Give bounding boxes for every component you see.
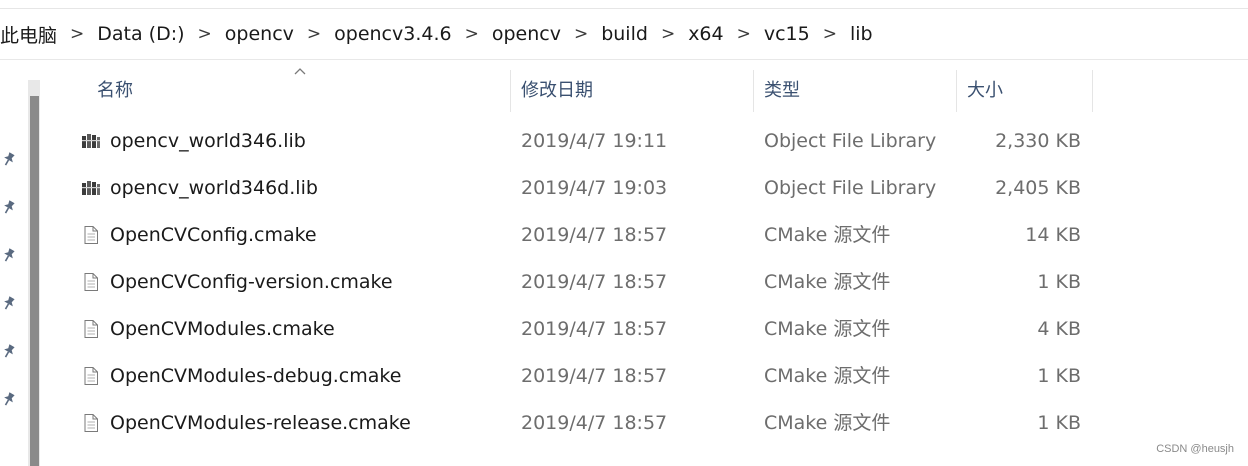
document-file-icon [84,273,98,291]
document-file-icon [84,320,98,338]
file-row[interactable]: OpenCVModules-debug.cmake 2019/4/7 18:57… [50,353,1100,399]
file-row[interactable]: opencv_world346.lib 2019/4/7 19:11 Objec… [50,118,1100,164]
breadcrumb-x64[interactable]: x64 [683,23,728,45]
breadcrumb-opencv346[interactable]: opencv3.4.6 [329,23,456,45]
chevron-right-icon[interactable]: > [190,24,220,44]
file-name[interactable]: OpenCVConfig-version.cmake [110,259,393,305]
file-size: 1 KB [1037,271,1081,293]
pin-icon[interactable] [0,198,18,216]
file-name[interactable]: opencv_world346d.lib [110,165,318,211]
file-type: CMake 源文件 [764,365,891,387]
file-date: 2019/4/7 18:57 [521,412,668,434]
pin-icon[interactable] [0,150,18,168]
file-date: 2019/4/7 18:57 [521,365,668,387]
chevron-right-icon[interactable]: > [566,24,596,44]
column-header-row: 名称 修改日期 类型 大小 [50,70,1100,112]
breadcrumb-lib[interactable]: lib [845,23,878,45]
file-type: CMake 源文件 [764,412,891,434]
pin-icon[interactable] [0,246,18,264]
file-row[interactable]: OpenCVConfig.cmake 2019/4/7 18:57 CMake … [50,212,1100,258]
file-name[interactable]: opencv_world346.lib [110,118,306,164]
file-date: 2019/4/7 18:57 [521,224,668,246]
breadcrumb-vc15[interactable]: vc15 [759,23,815,45]
file-name[interactable]: OpenCVModules-release.cmake [110,400,411,446]
column-header-type[interactable]: 类型 [764,70,800,112]
pin-icon[interactable] [0,390,18,408]
chevron-right-icon[interactable]: > [62,24,92,44]
breadcrumb-opencv-inner[interactable]: opencv [487,23,566,45]
column-divider[interactable] [753,70,754,112]
file-size: 2,405 KB [995,177,1081,199]
breadcrumb-drive-d[interactable]: Data (D:) [92,23,189,45]
address-bar[interactable]: 此电脑 > Data (D:) > opencv > opencv3.4.6 >… [0,10,1248,58]
file-name[interactable]: OpenCVModules-debug.cmake [110,353,401,399]
file-size: 4 KB [1037,318,1081,340]
column-header-name[interactable]: 名称 [97,70,133,112]
file-type: CMake 源文件 [764,271,891,293]
file-size: 1 KB [1037,365,1081,387]
column-divider[interactable] [956,70,957,112]
file-name[interactable]: OpenCVConfig.cmake [110,212,317,258]
document-file-icon [84,367,98,385]
file-date: 2019/4/7 19:11 [521,130,668,152]
column-divider[interactable] [1092,70,1093,112]
chevron-right-icon[interactable]: > [815,24,845,44]
column-header-date[interactable]: 修改日期 [521,70,593,112]
breadcrumb-build[interactable]: build [596,23,653,45]
file-row[interactable]: opencv_world346d.lib 2019/4/7 19:03 Obje… [50,165,1100,211]
file-size: 14 KB [1025,224,1081,246]
pin-icon[interactable] [0,342,18,360]
nav-pane-scrollbar-thumb[interactable] [30,96,39,466]
document-file-icon [84,414,98,432]
chevron-right-icon[interactable]: > [653,24,683,44]
file-date: 2019/4/7 18:57 [521,271,668,293]
library-file-icon [82,134,100,148]
pin-icon[interactable] [0,294,18,312]
library-file-icon [82,181,100,195]
file-size: 2,330 KB [995,130,1081,152]
file-row[interactable]: OpenCVConfig-version.cmake 2019/4/7 18:5… [50,259,1100,305]
file-type: CMake 源文件 [764,224,891,246]
file-type: CMake 源文件 [764,318,891,340]
address-bar-divider [0,59,1248,60]
chevron-right-icon[interactable]: > [457,24,487,44]
file-date: 2019/4/7 19:03 [521,177,668,199]
chevron-right-icon[interactable]: > [299,24,329,44]
file-name[interactable]: OpenCVModules.cmake [110,306,335,352]
watermark: CSDN @heusjh [1156,443,1234,455]
column-divider[interactable] [510,70,511,112]
file-row[interactable]: OpenCVModules.cmake 2019/4/7 18:57 CMake… [50,306,1100,352]
column-header-size[interactable]: 大小 [967,70,1003,112]
document-file-icon [84,226,98,244]
file-size: 1 KB [1037,412,1081,434]
breadcrumb-this-pc[interactable]: 此电脑 [0,21,62,48]
chevron-right-icon[interactable]: > [729,24,759,44]
breadcrumb-opencv[interactable]: opencv [220,23,299,45]
file-date: 2019/4/7 18:57 [521,318,668,340]
window-top-border [0,8,1248,9]
file-row[interactable]: OpenCVModules-release.cmake 2019/4/7 18:… [50,400,1100,446]
